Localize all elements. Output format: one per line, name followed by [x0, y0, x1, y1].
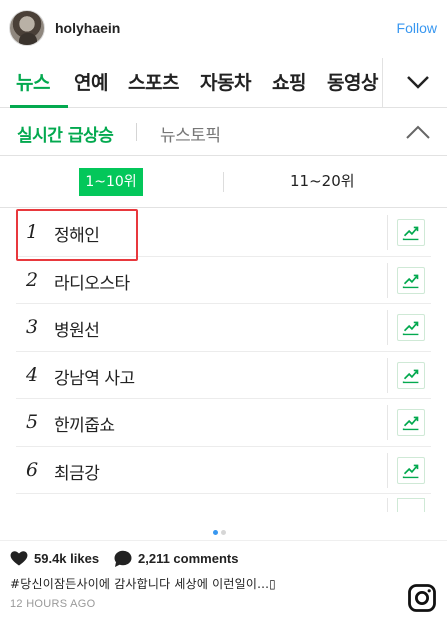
- username[interactable]: holyhaein: [55, 20, 120, 36]
- rank-range-11-20-button[interactable]: 11~20위: [290, 170, 355, 191]
- list-item[interactable]: 2 라디오스타: [16, 257, 431, 304]
- divider: [387, 405, 388, 440]
- post-timestamp: 12 HOURS AGO: [10, 598, 96, 610]
- tab-sports[interactable]: 스포츠: [128, 68, 179, 95]
- trend-chart-icon[interactable]: [397, 219, 425, 246]
- keyword-label[interactable]: 병원선: [54, 316, 100, 341]
- likes-count[interactable]: 59.4k likes: [34, 551, 99, 566]
- rank-number: 6: [26, 458, 39, 481]
- tab-shopping[interactable]: 쇼핑: [272, 68, 306, 95]
- carousel-indicator: [213, 520, 235, 535]
- rank-number: 5: [26, 411, 39, 433]
- tab-auto[interactable]: 자동차: [200, 68, 251, 95]
- rank-number: 4: [26, 363, 39, 386]
- post-header: holyhaein Follow: [0, 0, 447, 58]
- sub-tabs: 실시간 급상승 뉴스토픽: [0, 108, 447, 156]
- keyword-label[interactable]: 라디오스타: [54, 269, 130, 294]
- category-tabs: 뉴스 연예 스포츠 자동차 쇼핑 동영상: [0, 58, 447, 108]
- trend-chart-icon[interactable]: [397, 456, 425, 484]
- divider: [387, 452, 388, 488]
- divider: [136, 123, 137, 141]
- highlight-annotation: [16, 209, 138, 261]
- list-item[interactable]: 6 최금강: [16, 447, 431, 494]
- divider: [387, 215, 388, 250]
- tab-news[interactable]: 뉴스: [16, 68, 50, 95]
- carousel-dot: [221, 530, 226, 535]
- trend-chart-icon[interactable]: [397, 314, 425, 341]
- list-item-partial: [16, 494, 431, 512]
- heart-icon[interactable]: [10, 550, 28, 566]
- carousel-dot-active: [213, 530, 218, 535]
- list-item[interactable]: 5 한끼줍쇼: [16, 399, 431, 447]
- divider: [223, 172, 224, 192]
- keyword-label[interactable]: 한끼줍쇼: [54, 411, 115, 436]
- avatar[interactable]: [9, 10, 45, 46]
- rank-range-1-10-button[interactable]: 1~10위: [79, 168, 143, 196]
- rank-number: 3: [26, 316, 39, 338]
- divider: [0, 540, 447, 541]
- rank-range-switcher: 1~10위 11~20위: [0, 156, 447, 208]
- list-item[interactable]: 4 강남역 사고: [16, 352, 431, 399]
- keyword-label[interactable]: 최금강: [54, 459, 100, 484]
- trend-chart-icon[interactable]: [397, 409, 425, 436]
- post-caption: #당신이잠든사이에 감사합니다 세상에 이런일이...▯: [10, 577, 276, 591]
- trend-chart-icon: [397, 498, 425, 512]
- chevron-down-icon[interactable]: [398, 68, 438, 98]
- divider: [387, 310, 388, 345]
- comment-icon[interactable]: [114, 550, 132, 567]
- post-stats: 59.4k likes 2,211 comments: [10, 549, 410, 569]
- follow-button[interactable]: Follow: [397, 20, 437, 36]
- comments-count[interactable]: 2,211 comments: [138, 551, 238, 566]
- keyword-label[interactable]: 강남역 사고: [54, 364, 135, 389]
- trend-chart-icon[interactable]: [397, 361, 425, 389]
- list-item[interactable]: 3 병원선: [16, 304, 431, 352]
- tab-video[interactable]: 동영상: [327, 68, 378, 95]
- rank-number: 2: [26, 268, 39, 291]
- tab-realtime-rising[interactable]: 실시간 급상승: [17, 121, 114, 146]
- instagram-logo-icon[interactable]: [408, 584, 436, 612]
- tab-entertainment[interactable]: 연예: [74, 68, 108, 95]
- divider: [387, 498, 388, 512]
- divider: [387, 262, 388, 298]
- divider: [382, 58, 383, 107]
- tab-news-topic[interactable]: 뉴스토픽: [160, 121, 221, 146]
- divider: [387, 357, 388, 393]
- trend-chart-icon[interactable]: [397, 266, 425, 294]
- chevron-up-icon[interactable]: [404, 122, 432, 142]
